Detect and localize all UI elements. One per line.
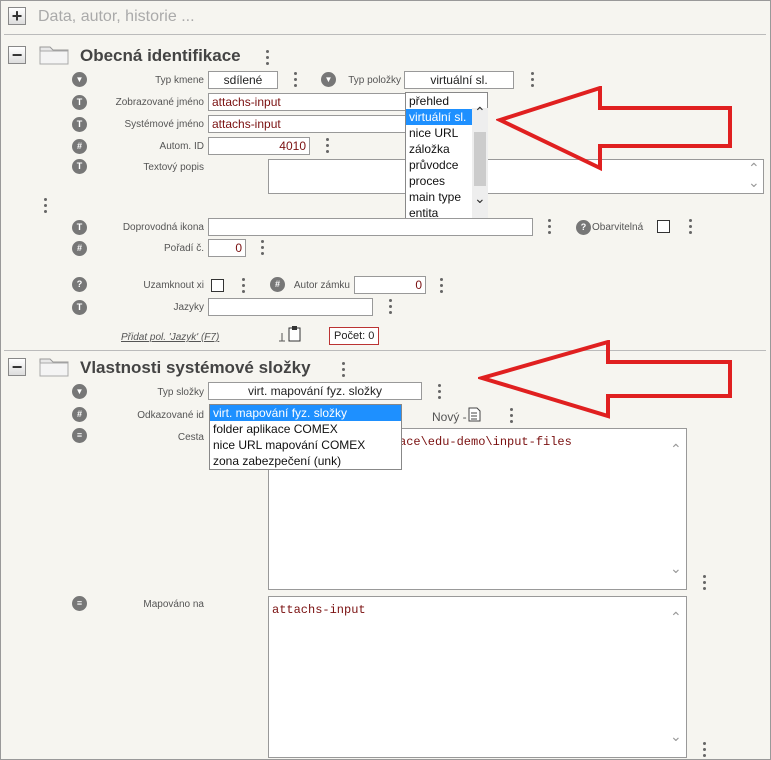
autor-zamku-input[interactable]: 0 [354,276,426,294]
section1-title: Obecná identifikace [80,46,241,65]
section1-menu-icon[interactable] [266,50,270,66]
text-type-icon: T [72,300,87,315]
count-badge: Počet: 0 [329,327,380,345]
chevron-up-icon[interactable]: ⌃ [670,609,682,626]
dropdown-scrollbar-thumb[interactable] [474,132,486,186]
dropdown-icon: ▼ [321,72,336,87]
uzamknout-menu-icon[interactable] [242,278,246,294]
folder-icon [39,46,69,65]
collapse-section2-button[interactable]: − [8,358,26,376]
poradi-menu-icon[interactable] [261,240,265,256]
typ-kmene-label: Typ kmene [155,75,204,86]
lines-type-icon: ≡ [72,596,87,611]
folder-icon [39,358,69,377]
hash-type-icon: # [270,277,285,292]
mapovano-na-label: Mapováno na [143,599,204,610]
add-language-link[interactable]: Přidat pol. 'Jazyk' (F7) [121,332,219,343]
annotation-arrow [496,86,732,172]
divider [4,34,766,35]
odkazovane-id-label: Odkazované id [137,410,204,421]
row-menu-icon[interactable] [44,198,48,214]
hash-type-icon: # [72,241,87,256]
chevron-up-icon[interactable]: ⌃ [474,104,486,121]
mapovano-na-textarea[interactable]: attachs-input [268,596,687,758]
obarvitelna-checkbox[interactable] [657,220,670,233]
paste-icon[interactable] [278,325,302,343]
typ-slozky-menu-icon[interactable] [438,384,442,400]
uzamknout-label: Uzamknout xi [143,280,204,291]
doprovodna-ikona-label: Doprovodná ikona [122,222,204,233]
chevron-down-icon[interactable]: ⌄ [670,560,682,577]
section2-title: Vlastnosti systémové složky [80,358,311,377]
chevron-down-icon[interactable]: ⌄ [670,728,682,745]
help-icon: ? [72,277,87,292]
uzamknout-checkbox[interactable] [211,279,224,292]
text-type-icon: T [72,220,87,235]
top-header-label[interactable]: Data, autor, historie ... [38,8,195,26]
typ-kmene-select[interactable]: sdílené [208,71,278,89]
obarvitelna-menu-icon[interactable] [689,219,693,235]
dropdown-option[interactable]: zona zabezpečení (unk) [210,453,401,469]
systemove-jmeno-label: Systémové jméno [124,119,204,130]
expand-plus-button[interactable]: + [8,7,26,25]
cesta-label: Cesta [177,432,204,443]
dropdown-icon: ▼ [72,72,87,87]
dropdown-option[interactable]: nice URL mapování COMEX [210,437,401,453]
chevron-up-icon[interactable]: ⌃ [670,441,682,458]
typ-polozky-label: Typ položky [348,75,401,86]
autom-id-menu-icon[interactable] [326,138,330,154]
hash-type-icon: # [72,407,87,422]
obarvitelna-label: Obarvitelná [592,222,644,233]
doprovodna-ikona-input[interactable] [208,218,533,236]
jazyky-input[interactable] [208,298,373,316]
novy-button[interactable]: Nový - [432,410,467,424]
typ-slozky-label: Typ složky [157,387,204,398]
collapse-section1-button[interactable]: − [8,46,26,64]
mapovano-na-menu-icon[interactable] [703,742,707,758]
help-icon: ? [576,220,591,235]
jazyky-label: Jazyky [173,302,204,313]
doprovodna-ikona-menu-icon[interactable] [548,219,552,235]
dropdown-icon: ▼ [72,384,87,399]
hash-type-icon: # [72,139,87,154]
autor-zamku-label: Autor zámku [293,280,350,291]
annotation-arrow [478,340,732,419]
cesta-menu-icon[interactable] [703,575,707,591]
chevron-down-icon[interactable]: ⌄ [748,174,760,191]
poradi-label: Pořadí č. [163,243,204,254]
typ-slozky-dropdown-list[interactable]: virt. mapování fyz. složky folder aplika… [209,404,402,470]
lines-type-icon: ≡ [72,428,87,443]
typ-slozky-select[interactable]: virt. mapování fyz. složky [208,382,422,400]
jazyky-menu-icon[interactable] [389,299,393,315]
typ-kmene-menu-icon[interactable] [294,72,298,88]
autom-id-input[interactable]: 4010 [208,137,310,155]
autor-zamku-menu-icon[interactable] [440,278,444,294]
chevron-down-icon[interactable]: ⌄ [474,190,486,207]
dropdown-option-selected[interactable]: virt. mapování fyz. složky [210,405,401,421]
text-type-icon: T [72,159,87,174]
section2-menu-icon[interactable] [342,362,346,378]
textovy-popis-label: Textový popis [143,162,204,173]
poradi-input[interactable]: 0 [208,239,246,257]
autom-id-label: Autom. ID [159,141,204,152]
zobrazovane-jmeno-label: Zobrazované jméno [115,97,204,108]
dropdown-option[interactable]: folder aplikace COMEX [210,421,401,437]
